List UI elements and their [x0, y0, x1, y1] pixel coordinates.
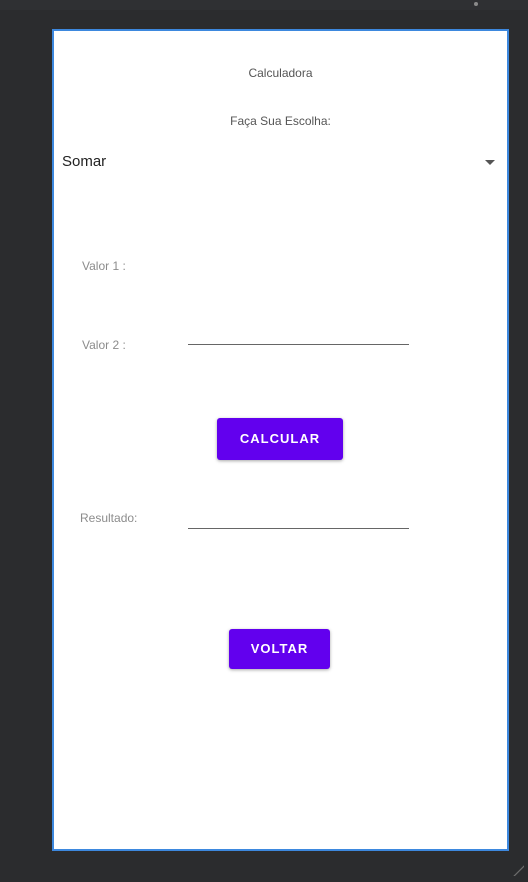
resultado-label: Resultado: — [80, 511, 138, 525]
valor2-label: Valor 2 : — [82, 338, 126, 352]
voltar-button[interactable]: VOLTAR — [229, 629, 330, 669]
choice-prompt: Faça Sua Escolha: — [230, 114, 331, 128]
screen-title: Calculadora — [248, 66, 313, 80]
valor1-label: Valor 1 : — [82, 259, 126, 273]
valor2-input[interactable] — [188, 344, 409, 345]
phone-screen-preview: Calculadora Faça Sua Escolha: Somar Valo… — [52, 29, 509, 851]
resize-corner-icon[interactable] — [512, 864, 524, 876]
dropdown-arrow-icon[interactable] — [485, 160, 495, 165]
resize-handle-dot[interactable] — [474, 2, 478, 6]
resultado-output — [188, 528, 409, 529]
editor-top-strip — [0, 0, 528, 10]
calcular-button[interactable]: CALCULAR — [217, 418, 343, 460]
operation-spinner[interactable]: Somar — [62, 148, 505, 178]
spinner-selected-value: Somar — [62, 153, 107, 170]
